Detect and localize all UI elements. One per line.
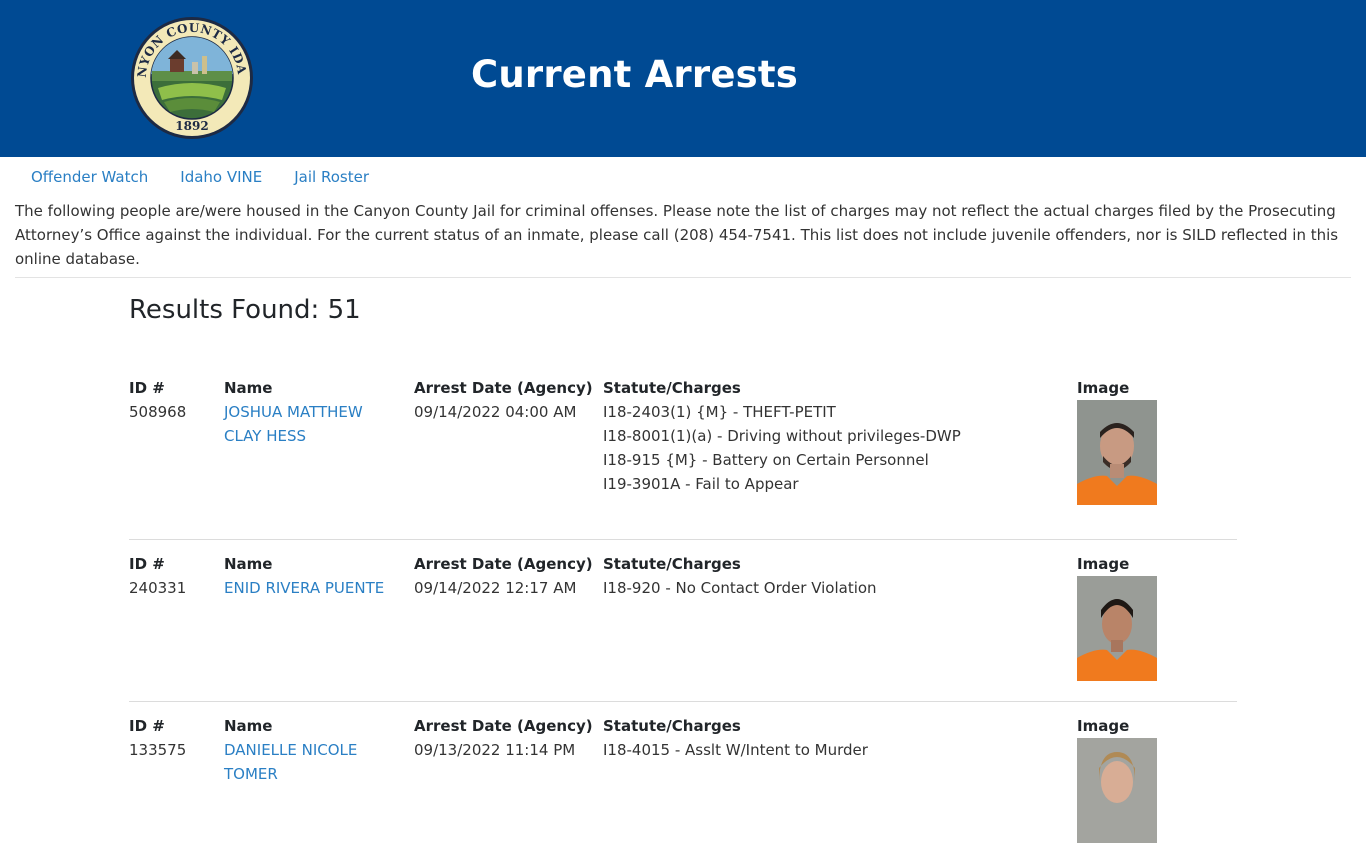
name-header: Name (224, 555, 273, 573)
arrest-date: 09/14/2022 12:17 AM (414, 579, 577, 597)
inmate-name-link[interactable]: DANIELLE NICOLE TOMER (224, 738, 394, 786)
id-header: ID # (129, 717, 165, 735)
arrest-record: ID # 508968 Name JOSHUA MATTHEW CLAY HES… (129, 378, 1237, 540)
mugshot-image[interactable] (1077, 576, 1157, 681)
name-header: Name (224, 379, 273, 397)
divider (15, 277, 1351, 278)
svg-text:1892: 1892 (175, 119, 208, 133)
nav-offender-watch[interactable]: Offender Watch (31, 168, 148, 186)
mugshot-image[interactable] (1077, 400, 1157, 505)
arrest-list: ID # 508968 Name JOSHUA MATTHEW CLAY HES… (129, 378, 1237, 864)
image-header: Image (1077, 717, 1130, 735)
arrest-date: 09/14/2022 04:00 AM (414, 403, 577, 421)
image-header: Image (1077, 379, 1130, 397)
arrest-date-header: Arrest Date (Agency) (414, 555, 593, 573)
id-header: ID # (129, 379, 165, 397)
charges-header: Statute/Charges (603, 717, 741, 735)
inmate-id: 508968 (129, 403, 187, 421)
nav-idaho-vine[interactable]: Idaho VINE (180, 168, 262, 186)
arrest-record: ID # 133575 Name DANIELLE NICOLE TOMER A… (129, 702, 1237, 864)
charges-header: Statute/Charges (603, 379, 741, 397)
county-seal-logo[interactable]: CANYON COUNTY IDAHO 1892 (130, 16, 254, 140)
id-header: ID # (129, 555, 165, 573)
top-nav: Offender Watch Idaho VINE Jail Roster (31, 168, 369, 186)
results-count: Results Found: 51 (129, 295, 361, 325)
inmate-id: 240331 (129, 579, 187, 597)
arrest-date-header: Arrest Date (Agency) (414, 717, 593, 735)
nav-jail-roster[interactable]: Jail Roster (294, 168, 369, 186)
charge-item: I18-8001(1)(a) - Driving without privile… (603, 427, 961, 445)
mugshot-image[interactable] (1077, 738, 1157, 843)
inmate-id: 133575 (129, 741, 187, 759)
page-title: Current Arrests (471, 53, 798, 96)
charge-item: I19-3901A - Fail to Appear (603, 475, 799, 493)
arrest-date-header: Arrest Date (Agency) (414, 379, 593, 397)
arrest-record: ID # 240331 Name ENID RIVERA PUENTE Arre… (129, 540, 1237, 702)
arrest-date: 09/13/2022 11:14 PM (414, 741, 576, 759)
charge-item: I18-2403(1) {M} - THEFT-PETIT (603, 403, 836, 421)
name-header: Name (224, 717, 273, 735)
inmate-name-link[interactable]: JOSHUA MATTHEW CLAY HESS (224, 400, 394, 448)
charges-header: Statute/Charges (603, 555, 741, 573)
charge-item: I18-4015 - Asslt W/Intent to Murder (603, 741, 868, 759)
charge-item: I18-920 - No Contact Order Violation (603, 579, 877, 597)
inmate-name-link[interactable]: ENID RIVERA PUENTE (224, 576, 394, 600)
image-header: Image (1077, 555, 1130, 573)
intro-text: The following people are/were housed in … (15, 202, 1339, 268)
site-header: CANYON COUNTY IDAHO 1892 Current Arrests (0, 0, 1366, 157)
charge-item: I18-915 {M} - Battery on Certain Personn… (603, 451, 929, 469)
